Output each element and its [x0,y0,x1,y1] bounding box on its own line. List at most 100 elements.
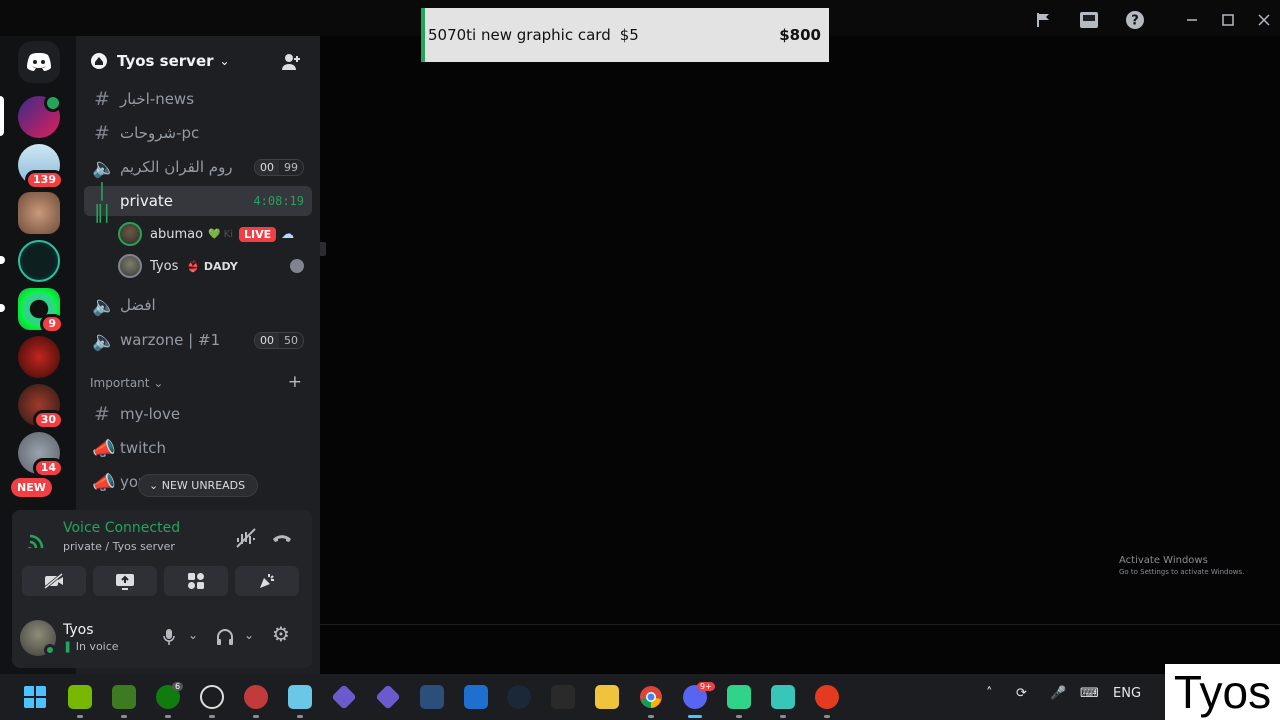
file-explorer-icon[interactable] [595,685,619,709]
server-icon-8[interactable]: 14 [18,432,64,478]
discord-home-button[interactable] [18,41,60,83]
help-icon[interactable]: ? [1123,8,1147,32]
channel-my-love[interactable]: # my-love [84,399,312,429]
gear-icon[interactable]: ⚙ [272,622,290,646]
server-header[interactable]: Tyos server ⌄ [76,36,320,86]
server-icon-5[interactable]: 9 [18,288,64,334]
card-title: 5070ti new graphic card [428,26,611,44]
xbox-badge: 6 [172,682,184,691]
signal-icon[interactable] [22,524,52,554]
epic-games-icon[interactable] [551,685,575,709]
server-icon-2[interactable]: 139 [18,144,64,190]
new-unreads-button[interactable]: ⌄ NEW UNREADS [138,474,259,497]
flag-icon[interactable] [1032,8,1056,32]
voice-timer: 4:08:19 [253,194,304,208]
server-icon-6[interactable] [18,336,60,378]
voice-channel-quran[interactable]: 🔈 روم القران الكريم 00 99 [84,152,312,182]
megaphone-icon: 📣 [92,471,116,494]
voice-channel-afdal[interactable]: 🔈 افضل [84,290,312,320]
channel-label: warzone | #1 [120,331,221,349]
chevron-down-icon[interactable]: ⌄ [244,628,254,642]
channel-label: my-love [120,405,181,423]
app-bars-icon[interactable] [464,685,488,709]
headphones-icon[interactable] [216,628,234,646]
nvidia-app-icon[interactable] [112,685,136,709]
app-arrow-icon[interactable] [331,684,357,710]
voice-channel-private[interactable]: |‖| private 4:08:19 [84,179,312,223]
screen-share-icon [116,574,134,590]
avatar [118,222,142,246]
voice-channel-warzone[interactable]: 🔈 warzone | #1 00 50 [84,325,312,355]
server-icon-3[interactable] [18,192,60,234]
channel-label: twitch [120,439,166,457]
app-photos-icon[interactable] [288,685,312,709]
divider [320,624,1280,625]
sync-icon[interactable]: ⟳ [1016,686,1027,701]
windows-start-icon[interactable] [23,685,47,709]
channel-pc[interactable]: # شروحات-pc [84,118,312,148]
activities-button[interactable] [164,566,228,596]
live-badge: LIVE [239,226,277,242]
add-channel-icon[interactable]: + [288,372,302,392]
user-tag: 💚 Ki [208,228,234,240]
hashtag-icon: # [94,403,110,425]
taskbar: 9+ 6 ˄ ⟳ 🎤 ⌨ ENG [0,674,1280,720]
server-icon-7[interactable]: 30 [18,384,64,430]
hashtag-icon: # [94,88,110,110]
soundboard-button[interactable] [235,566,299,596]
app-root: ? 5070ti new graphic card $5 $800 139 9 … [0,0,1280,720]
server-icon-4[interactable] [18,240,60,282]
channel-label: شروحات-pc [120,124,200,142]
channel-label: افضل [120,296,156,314]
close-icon[interactable] [1252,8,1276,32]
voice-speaker-icon [44,94,62,112]
voice-active-icon: |‖| [94,179,110,223]
inbox-icon[interactable] [1077,8,1101,32]
tray-chevron-up-icon[interactable]: ˄ [986,686,993,701]
language-indicator[interactable]: ENG [1113,686,1141,701]
voice-user-tyos[interactable]: Tyos 👙 DADY [118,252,312,280]
minimize-icon[interactable] [1180,8,1204,32]
disconnect-icon[interactable] [270,526,294,550]
activate-windows-notice: Activate Windows Go to Settings to activ… [1119,555,1245,576]
steam-icon[interactable] [507,685,531,709]
ea-icon[interactable] [815,685,839,709]
channel-label: private [120,192,174,210]
server-icon-1[interactable] [18,94,62,138]
app-circle-icon[interactable] [200,685,224,709]
chrome-icon[interactable] [639,685,663,709]
tray-microphone-icon[interactable]: 🎤 [1050,686,1066,701]
screen-share-button[interactable] [93,566,157,596]
app-green-icon[interactable] [727,685,751,709]
voice-connected-subtitle[interactable]: private / Tyos server [63,540,175,553]
app-arrow-icon[interactable] [375,684,401,710]
voice-connected-title: Voice Connected [63,520,181,536]
emoji-icon [290,259,304,273]
server-boost-icon [91,53,107,69]
maximize-icon[interactable] [1216,8,1240,32]
app-red-icon[interactable] [244,685,268,709]
channel-news[interactable]: # اخبار-news [84,84,312,114]
keyboard-icon[interactable]: ⌨ [1080,686,1099,701]
new-servers-badge[interactable]: NEW [11,478,52,497]
chevron-down-icon[interactable]: ⌄ [188,628,198,642]
card-price-large: $800 [779,26,821,44]
davinci-icon[interactable] [420,685,444,709]
camera-off-button[interactable] [22,566,86,596]
app-teal-icon[interactable] [771,685,795,709]
mention-badge: 30 [32,410,64,430]
speaker-icon: 🔈 [92,329,116,352]
megaphone-icon: 📣 [92,437,116,460]
selected-server-pill [0,96,4,136]
user-name: Tyos [150,258,179,274]
microphone-icon[interactable] [162,628,176,646]
voice-user-abumao[interactable]: abumao 💚 Ki LIVE ☁ [118,220,312,248]
category-important[interactable]: Important ⌄ [90,376,163,390]
invite-people-icon[interactable] [280,51,302,73]
noise-suppression-icon[interactable] [234,526,258,550]
nvidia-icon[interactable] [68,685,92,709]
soundboard-icon [260,574,274,588]
discord-badge: 9+ [697,682,715,691]
channel-twitch[interactable]: 📣 twitch [84,433,312,463]
server-name: Tyos server [117,52,214,70]
